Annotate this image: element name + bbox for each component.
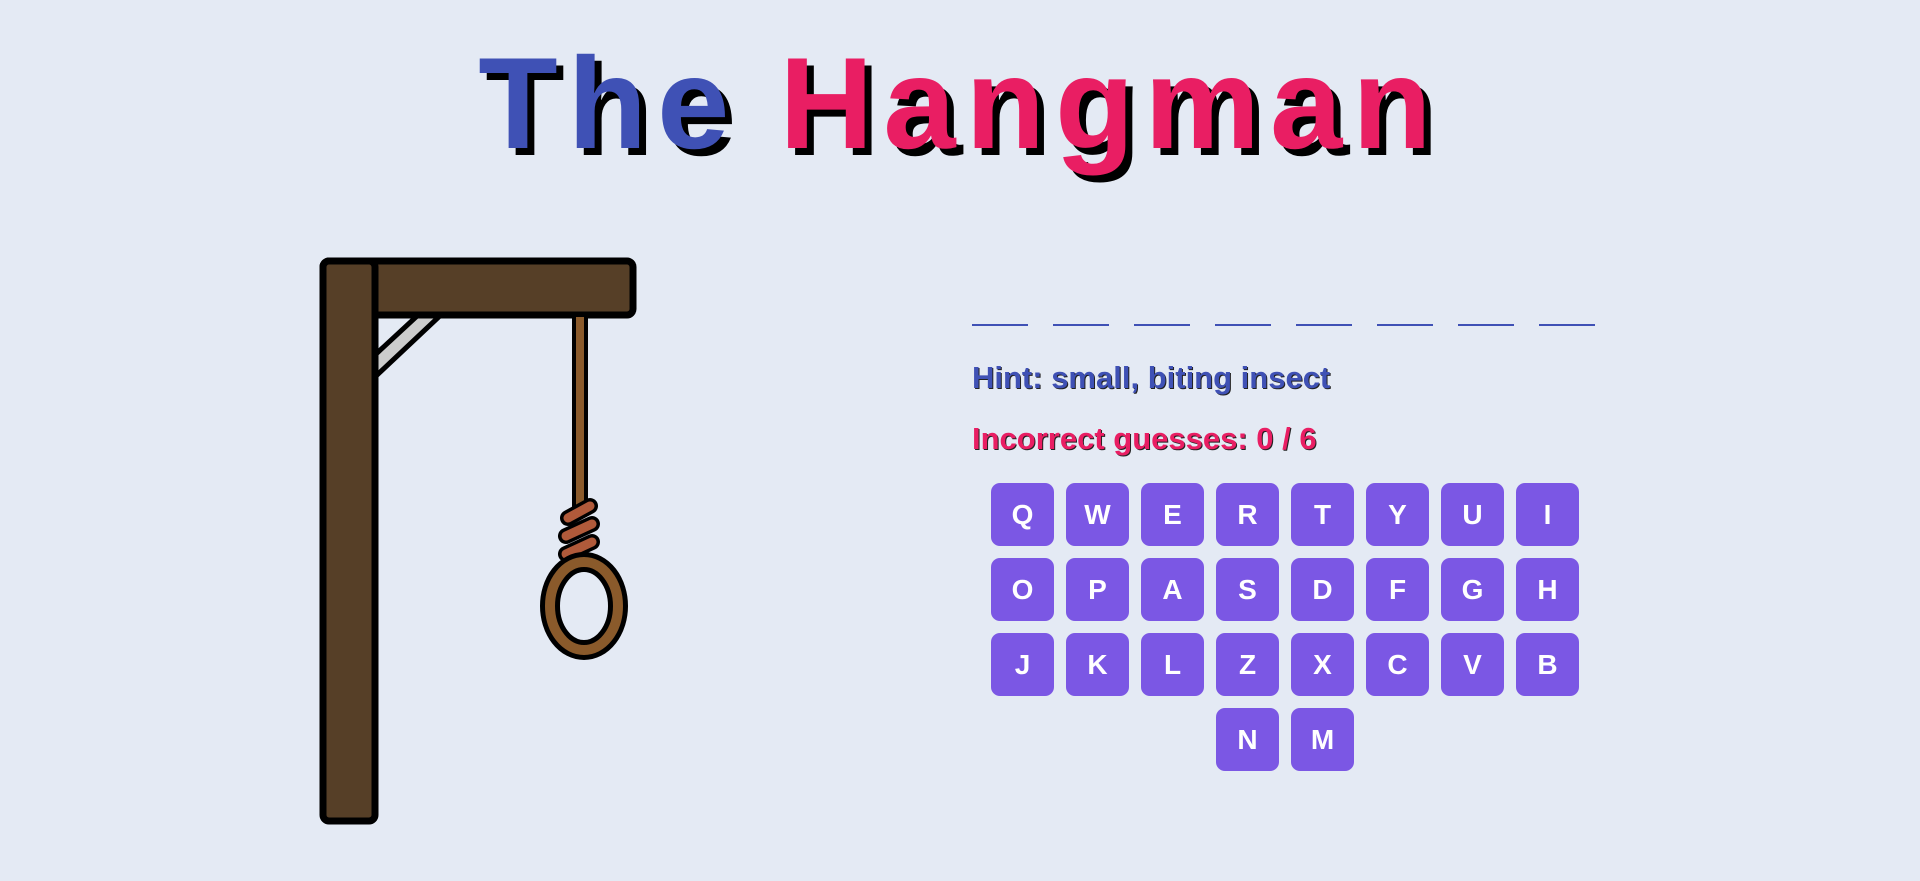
key-s[interactable]: S: [1216, 558, 1279, 621]
key-e[interactable]: E: [1141, 483, 1204, 546]
key-q[interactable]: Q: [991, 483, 1054, 546]
key-w[interactable]: W: [1066, 483, 1129, 546]
key-n[interactable]: N: [1216, 708, 1279, 771]
incorrect-guesses-counter: Incorrect guesses: 0 / 6: [972, 421, 1317, 456]
letter-slot: [1296, 290, 1352, 326]
gallows-post: [319, 257, 379, 825]
game-title: The Hangman: [0, 38, 1920, 168]
letter-slot: [1134, 290, 1190, 326]
rope: [572, 313, 588, 512]
hint-text: Hint: small, biting insect: [972, 360, 1331, 395]
letter-slot: [1053, 290, 1109, 326]
key-x[interactable]: X: [1291, 633, 1354, 696]
key-b[interactable]: B: [1516, 633, 1579, 696]
gallows-illustration: [319, 257, 637, 825]
key-m[interactable]: M: [1291, 708, 1354, 771]
key-d[interactable]: D: [1291, 558, 1354, 621]
key-z[interactable]: Z: [1216, 633, 1279, 696]
title-word-the: The: [478, 30, 740, 176]
letter-keyboard: QWERTYUI OPASDFGH JKLZXCVB NM: [990, 483, 1580, 771]
key-c[interactable]: C: [1366, 633, 1429, 696]
key-j[interactable]: J: [991, 633, 1054, 696]
key-a[interactable]: A: [1141, 558, 1204, 621]
letter-slot: [1539, 290, 1595, 326]
key-t[interactable]: T: [1291, 483, 1354, 546]
key-k[interactable]: K: [1066, 633, 1129, 696]
letter-slot: [972, 290, 1028, 326]
key-v[interactable]: V: [1441, 633, 1504, 696]
letter-slot: [1377, 290, 1433, 326]
key-r[interactable]: R: [1216, 483, 1279, 546]
key-p[interactable]: P: [1066, 558, 1129, 621]
title-word-hangman: Hangman: [779, 30, 1442, 176]
key-h[interactable]: H: [1516, 558, 1579, 621]
key-f[interactable]: F: [1366, 558, 1429, 621]
word-slots: [972, 290, 1595, 326]
noose-coils: [558, 498, 600, 562]
key-o[interactable]: O: [991, 558, 1054, 621]
letter-slot: [1215, 290, 1271, 326]
key-l[interactable]: L: [1141, 633, 1204, 696]
key-i[interactable]: I: [1516, 483, 1579, 546]
key-g[interactable]: G: [1441, 558, 1504, 621]
letter-slot: [1458, 290, 1514, 326]
key-y[interactable]: Y: [1366, 483, 1429, 546]
key-u[interactable]: U: [1441, 483, 1504, 546]
